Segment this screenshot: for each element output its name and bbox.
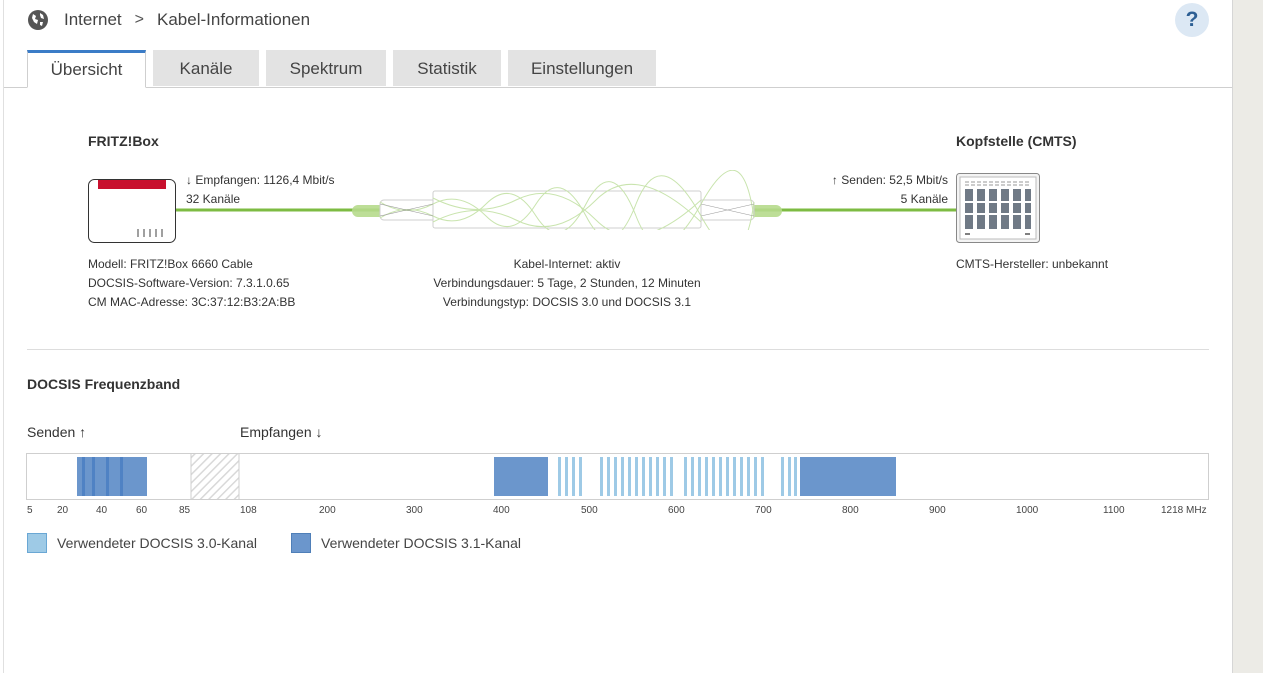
band-tick: 500 [581,505,598,516]
downstream-docsis30-channel [781,457,784,496]
upstream-rate: ↑ Senden: 52,5 Mbit/s [831,173,948,187]
downstream-docsis31-channel [800,457,896,496]
headend-title: Kopfstelle (CMTS) [956,133,1077,149]
tab-statistik[interactable]: Statistik [393,50,501,86]
downstream-docsis30-channel [635,457,638,496]
upstream-channel-marker [82,457,85,496]
band-receive-label: Empfangen ↓ [240,424,323,440]
downstream-docsis31-channel [494,457,548,496]
device-title: FRITZ!Box [88,133,159,149]
tab-einstellungen[interactable]: Einstellungen [508,50,656,86]
band-tick: 200 [319,505,336,516]
cmts-headend-icon [956,173,1040,243]
breadcrumb: Internet > Kabel-Informationen [27,8,310,32]
downstream-docsis30-channel [656,457,659,496]
downstream-docsis30-channel [691,457,694,496]
band-title: DOCSIS Frequenzband [27,376,181,392]
upstream-channel-marker [92,457,95,496]
downstream-docsis30-channel [565,457,568,496]
band-tick: 1000 [1016,505,1039,516]
band-tick: 5 [27,505,33,516]
help-button[interactable]: ? [1175,3,1209,37]
downstream-docsis30-channel [684,457,687,496]
downstream-docsis30-channel [579,457,582,496]
band-tick: 700 [755,505,772,516]
page-left-border [3,0,4,673]
section-divider [27,349,1209,350]
downstream-docsis30-channel [628,457,631,496]
tab-bar: Übersicht Kanäle Spektrum Statistik Eins… [27,50,663,88]
downstream-docsis30-channel [614,457,617,496]
downstream-docsis30-channel [733,457,736,496]
downstream-docsis30-channel [754,457,757,496]
band-tick: 600 [668,505,685,516]
breadcrumb-section[interactable]: Internet [64,10,122,30]
downstream-docsis30-channel [670,457,673,496]
globe-icon [28,10,48,30]
tab-uebersicht[interactable]: Übersicht [27,50,146,88]
upstream-channel-marker [120,457,123,496]
downstream-docsis30-channel [726,457,729,496]
connection-type: Verbindungstyp: DOCSIS 3.0 und DOCSIS 3.… [442,295,692,309]
downstream-docsis30-channel [747,457,750,496]
band-tick: 1218 MHz [1161,505,1207,516]
band-tick: 900 [929,505,946,516]
downstream-docsis30-channel [719,457,722,496]
downstream-docsis30-channel [712,457,715,496]
band-guard-area [191,454,239,499]
downstream-docsis30-channel [705,457,708,496]
band-tick: 60 [136,505,148,516]
arrow-up-icon: ↑ [79,424,87,440]
connection-status: Kabel-Internet: aktiv [513,257,621,271]
device-mac-address: CM MAC-Adresse: 3C:37:12:B3:2A:BB [88,295,296,309]
downstream-docsis30-channel [572,457,575,496]
downstream-docsis30-channel [642,457,645,496]
legend-swatch-docsis30 [27,533,47,553]
tab-kanaele[interactable]: Kanäle [153,50,259,86]
upstream-channels: 5 Kanäle [900,192,948,206]
connection-duration: Verbindungsdauer: 5 Tage, 2 Stunden, 12 … [433,276,701,290]
legend-docsis30: Verwendeter DOCSIS 3.0-Kanal [27,532,257,554]
arrow-down-icon: ↓ [315,424,323,440]
downstream-docsis30-channel [600,457,603,496]
tab-underline [4,87,1232,88]
band-tick: 40 [96,505,108,516]
device-docsis-version: DOCSIS-Software-Version: 7.3.1.0.65 [88,276,290,290]
arrow-up-icon: ↑ [831,173,838,187]
downstream-docsis30-channel [698,457,701,496]
legend-label-docsis31: Verwendeter DOCSIS 3.1-Kanal [321,535,521,551]
tab-spektrum[interactable]: Spektrum [266,50,386,86]
legend-label-docsis30: Verwendeter DOCSIS 3.0-Kanal [57,535,257,551]
upstream-docsis31-channel [77,457,147,496]
band-tick: 20 [57,505,69,516]
downstream-docsis30-channel [794,457,797,496]
downstream-docsis30-channel [663,457,666,496]
downstream-docsis30-channel [649,457,652,496]
legend-swatch-docsis31 [291,533,311,553]
scroll-gutter [1233,0,1263,673]
band-tick: 108 [240,505,257,516]
band-tick: 400 [493,505,510,516]
breadcrumb-page: Kabel-Informationen [157,10,311,29]
band-tick: 1100 [1103,505,1125,516]
downstream-docsis30-channel [558,457,561,496]
downstream-docsis30-channel [621,457,624,496]
band-send-label: Senden ↑ [27,424,87,440]
fritzbox-router-icon [88,179,176,243]
upstream-channel-marker [106,457,109,496]
band-tick: 85 [179,505,191,516]
cmts-manufacturer: CMTS-Hersteller: unbekannt [956,257,1109,271]
downstream-docsis30-channel [607,457,610,496]
band-tick: 800 [842,505,859,516]
downstream-docsis30-channel [740,457,743,496]
downstream-docsis30-channel [788,457,791,496]
device-model: Modell: FRITZ!Box 6660 Cable [88,257,253,271]
downstream-docsis30-channel [761,457,764,496]
breadcrumb-separator: > [134,11,144,28]
band-tick: 300 [406,505,423,516]
legend-docsis31: Verwendeter DOCSIS 3.1-Kanal [291,532,521,554]
